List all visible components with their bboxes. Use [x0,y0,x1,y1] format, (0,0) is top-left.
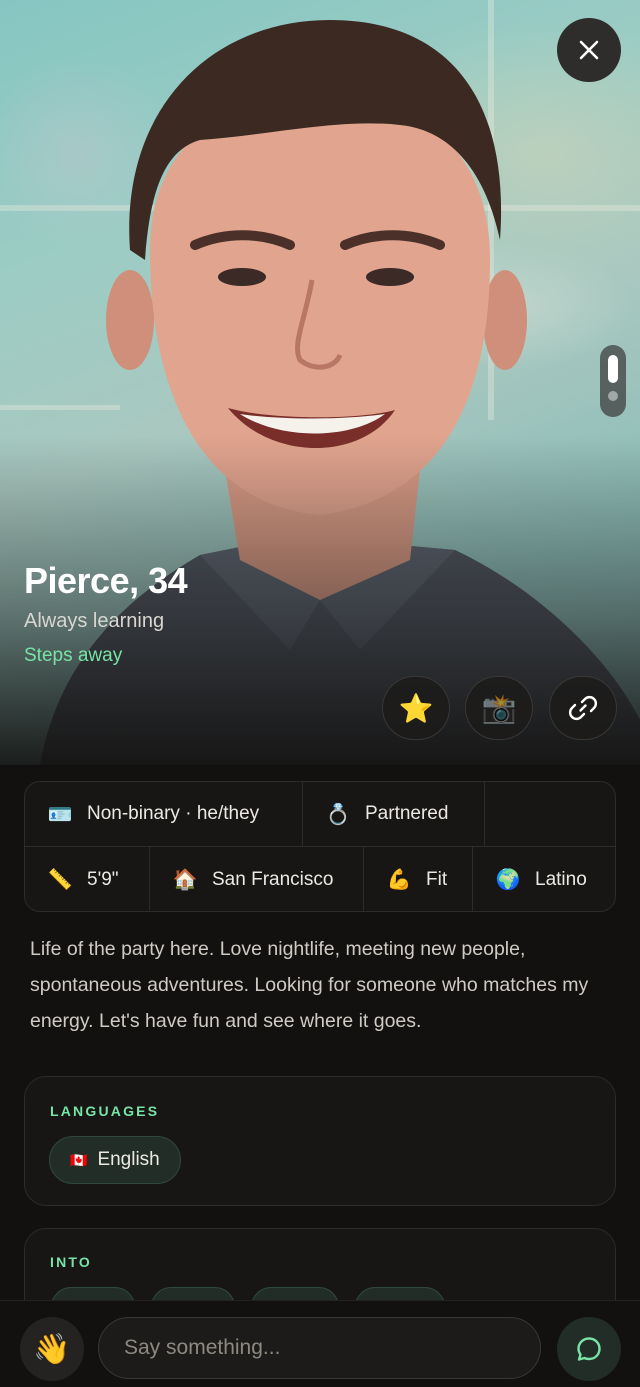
share-link-button[interactable] [549,676,617,740]
pager-dot-active[interactable] [608,355,618,383]
detail-label: Latino [535,868,587,890]
detail-relationship: 💍 Partnered [303,782,485,846]
message-input[interactable] [98,1317,541,1379]
languages-section: LANGUAGES 🇨🇦 English [24,1076,616,1206]
link-icon [568,695,598,721]
ruler-icon: 📏 [47,869,73,891]
pager-dot[interactable] [608,391,618,401]
language-chip[interactable]: 🇨🇦 English [49,1136,181,1184]
waving-hand-icon: 👋 [33,1332,71,1366]
close-icon [579,40,599,60]
detail-body-type: 💪 Fit [364,847,473,912]
globe-icon: 🌍 [495,869,521,891]
camera-icon: 📸 [481,692,517,724]
chat-bubble-icon [577,1337,601,1361]
close-button[interactable] [557,18,621,82]
wave-button[interactable]: 👋 [20,1317,84,1381]
profile-bio: Life of the party here. Love nightlife, … [30,938,589,1032]
details-row: 📏 5'9" 🏠 San Francisco 💪 Fit 🌍 Latino [25,847,615,912]
detail-ethnicity: 🌍 Latino [473,847,615,912]
section-title: LANGUAGES [50,1103,160,1119]
detail-label: 5'9" [87,868,119,890]
send-message-button[interactable] [557,1317,621,1381]
detail-location: 🏠 San Francisco [150,847,364,912]
detail-label: Non-binary · he/they [87,803,260,824]
flexed-biceps-icon: 💪 [386,869,412,891]
favorite-button[interactable]: ⭐ [382,676,450,740]
detail-height: 📏 5'9" [25,847,150,912]
detail-gender: 🪪 Non-binary · he/they [25,782,303,846]
profile-distance: Steps away [24,645,123,666]
section-title: INTO [50,1254,92,1270]
detail-label: Fit [426,868,448,890]
photo-pager[interactable] [600,345,626,417]
chip-label: English [97,1149,160,1170]
detail-label: San Francisco [212,868,334,890]
profile-details-card: 🪪 Non-binary · he/they 💍 Partnered 📏 5'9… [24,781,616,912]
canada-flag-icon: 🇨🇦 [70,1151,88,1168]
house-icon: 🏠 [172,869,198,891]
details-row: 🪪 Non-binary · he/they 💍 Partnered [25,782,615,847]
star-icon: ⭐ [398,692,434,724]
snapshot-button[interactable]: 📸 [465,676,533,740]
id-card-icon: 🪪 [47,803,73,826]
profile-name: Pierce, 34 [24,560,188,601]
ring-icon: 💍 [325,803,351,826]
profile-tagline: Always learning [24,610,165,632]
message-composer: 👋 [0,1300,640,1387]
detail-label: Partnered [365,803,449,824]
